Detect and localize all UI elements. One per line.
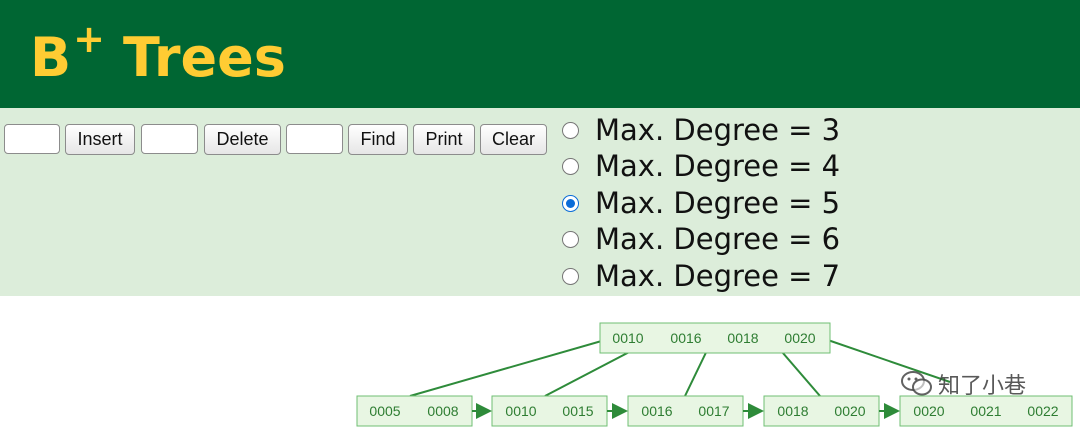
degree-label-7: Max. Degree = 7 <box>595 259 841 293</box>
watermark-text: 知了小巷 <box>938 374 1027 399</box>
title-b: B <box>30 26 72 89</box>
leaf-3-key-2: 0017 <box>698 403 729 419</box>
leaf-1-key-2: 0008 <box>427 403 458 419</box>
watermark: 知了小巷 <box>900 368 1026 400</box>
root-key-2: 0016 <box>670 330 701 346</box>
delete-button[interactable]: Delete <box>204 124 281 155</box>
degree-label-4: Max. Degree = 4 <box>595 149 841 183</box>
bplus-tree-canvas: 0010 0016 0018 0020 0005 0008 0010 0015 … <box>356 322 1073 427</box>
leaf-1-key-1: 0005 <box>369 403 400 419</box>
leaf-2-key-2: 0015 <box>562 403 593 419</box>
leaf-2-key-1: 0010 <box>505 403 536 419</box>
degree-option-3[interactable]: Max. Degree = 3 <box>560 112 840 148</box>
insert-button[interactable]: Insert <box>65 124 135 155</box>
degree-radio-4[interactable] <box>562 157 579 175</box>
degree-radio-6[interactable] <box>562 230 579 248</box>
degree-label-3: Max. Degree = 3 <box>595 113 841 147</box>
degree-label-6: Max. Degree = 6 <box>595 222 841 256</box>
degree-option-5[interactable]: Max. Degree = 5 <box>560 185 840 221</box>
title-trees: Trees <box>123 26 286 89</box>
leaf-4-key-1: 0018 <box>777 403 808 419</box>
root-key-1: 0010 <box>612 330 643 346</box>
wechat-icon <box>901 371 932 396</box>
edge-root-leaf-1 <box>409 337 613 397</box>
find-input[interactable] <box>286 124 343 154</box>
print-button[interactable]: Print <box>413 124 475 155</box>
leaf-5-key-3: 0022 <box>1027 403 1058 419</box>
degree-option-4[interactable]: Max. Degree = 4 <box>560 148 840 184</box>
delete-input[interactable] <box>141 124 198 154</box>
leaf-3-key-1: 0016 <box>641 403 672 419</box>
title-plus-superscript: + <box>73 17 106 61</box>
page-header: B+ Trees <box>0 0 1080 108</box>
page-title: B+ Trees <box>30 17 286 93</box>
root-key-3: 0018 <box>727 330 758 346</box>
degree-option-7[interactable]: Max. Degree = 7 <box>560 258 840 294</box>
degree-radio-3[interactable] <box>562 121 579 139</box>
leaf-5-key-1: 0020 <box>913 403 944 419</box>
clear-button[interactable]: Clear <box>480 124 547 155</box>
leaf-5-key-2: 0021 <box>970 403 1001 419</box>
degree-radio-7[interactable] <box>562 267 579 285</box>
leaf-4-key-2: 0020 <box>834 403 865 419</box>
degree-option-6[interactable]: Max. Degree = 6 <box>560 221 840 257</box>
find-button[interactable]: Find <box>348 124 408 155</box>
root-key-4: 0020 <box>784 330 815 346</box>
degree-label-5: Max. Degree = 5 <box>595 186 841 220</box>
insert-input[interactable] <box>4 124 60 154</box>
degree-radio-5[interactable] <box>562 194 579 212</box>
